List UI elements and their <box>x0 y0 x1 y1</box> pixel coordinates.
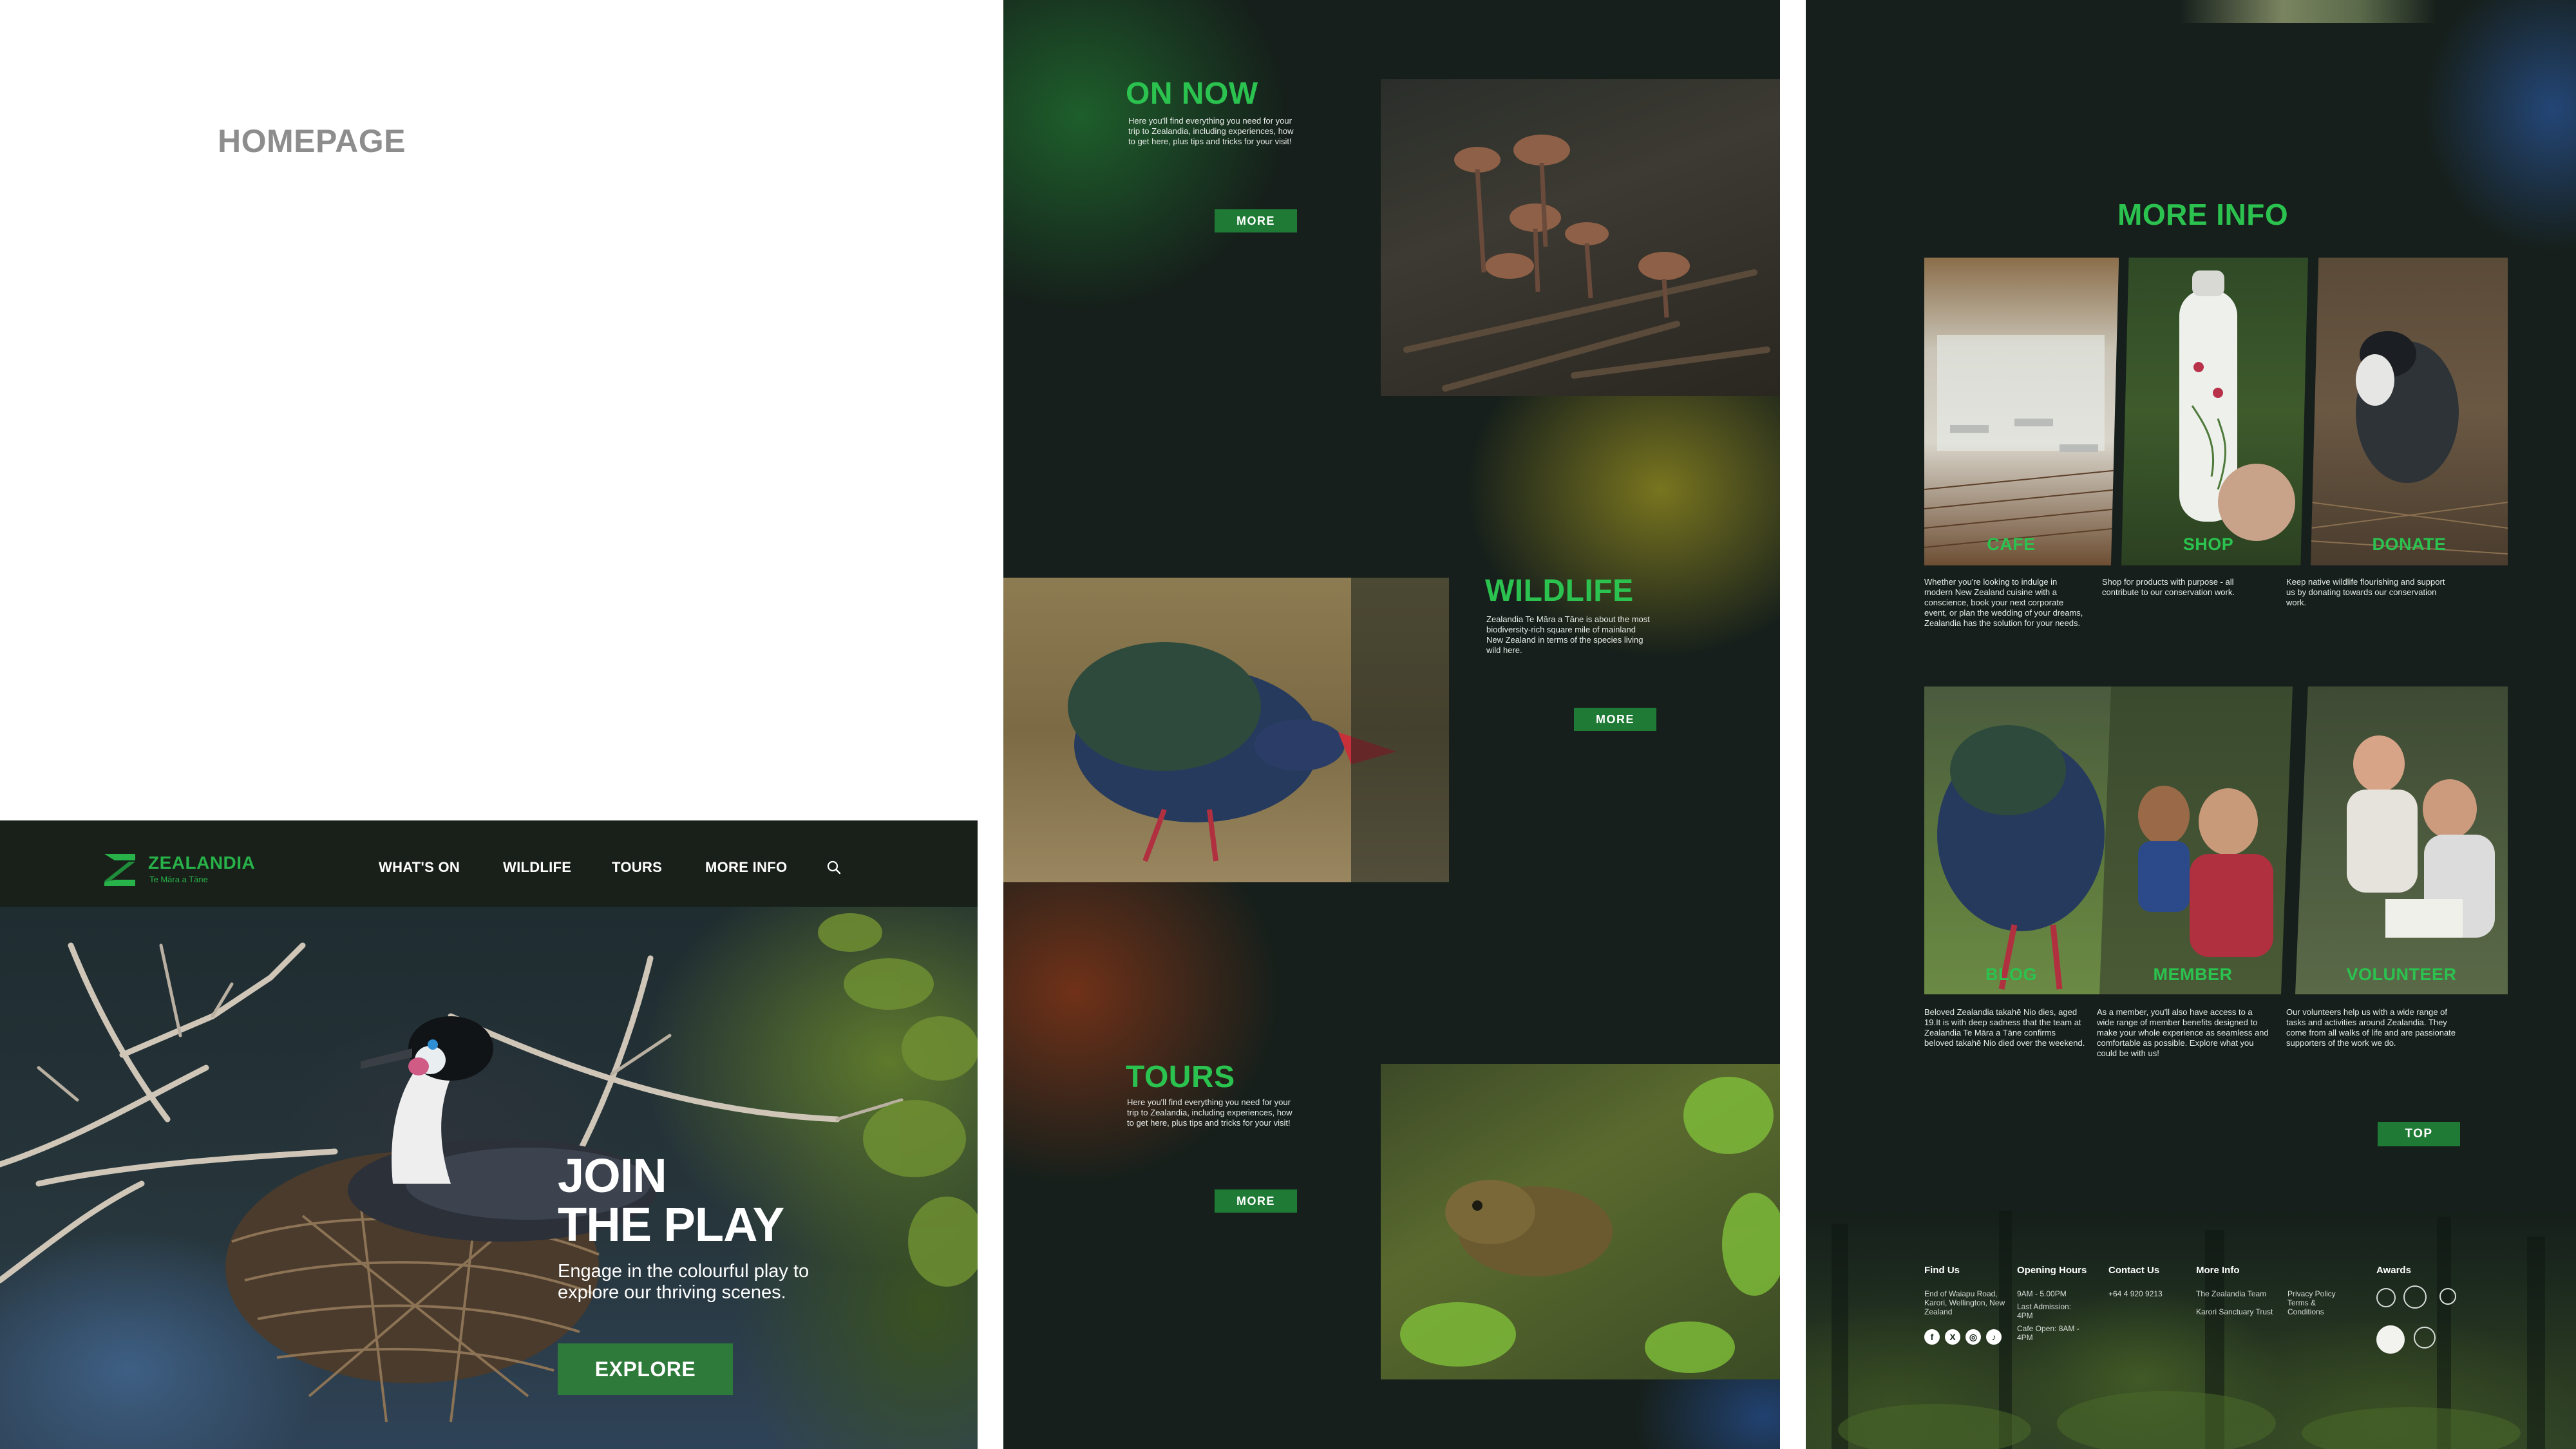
takahe-photo <box>1003 578 1449 882</box>
page-label: HOMEPAGE <box>218 123 406 159</box>
award-badge-icon <box>2439 1288 2456 1305</box>
explore-button[interactable]: EXPLORE <box>558 1343 733 1395</box>
member-image[interactable] <box>2099 687 2293 994</box>
footer-link-terms[interactable]: Terms & Conditions <box>2287 1298 2352 1316</box>
footer-address: End of Waiapu Road, Karori, Wellington, … <box>1924 1289 2005 1316</box>
nav-item-more-info[interactable]: MORE INFO <box>705 859 787 876</box>
footer-hours-line-2: Last Admission: 4PM <box>2017 1302 2072 1320</box>
nav-item-wildlife[interactable]: WILDLIFE <box>503 859 571 876</box>
facebook-icon[interactable]: f <box>1924 1329 1940 1345</box>
footer-awards-heading: Awards <box>2376 1265 2411 1276</box>
brand-tagline: Te Māra a Tāne <box>149 875 208 884</box>
footer-phone[interactable]: +64 4 920 9213 <box>2108 1289 2186 1298</box>
cafe-image[interactable] <box>1924 258 2119 565</box>
wildlife-more-button[interactable]: MORE <box>1574 708 1656 731</box>
award-badge-icon <box>2414 1327 2436 1349</box>
x-icon[interactable]: X <box>1945 1329 1960 1345</box>
member-description: As a member, you'll also have access to … <box>2097 1007 2269 1058</box>
cafe-label[interactable]: CAFE <box>1924 535 2098 554</box>
tours-title: TOURS <box>1126 1060 1235 1094</box>
top-strip-photo <box>2179 0 2437 23</box>
member-label[interactable]: MEMBER <box>2099 965 2286 985</box>
footer-hours-heading: Opening Hours <box>2017 1265 2087 1276</box>
footer-link-privacy[interactable]: Privacy Policy <box>2287 1289 2352 1298</box>
instagram-icon[interactable]: ◎ <box>1965 1329 1981 1345</box>
volunteer-label[interactable]: VOLUNTEER <box>2295 965 2508 985</box>
on-now-description: Here you'll find everything you need for… <box>1128 116 1294 146</box>
brand-name[interactable]: ZEALANDIA <box>148 853 255 873</box>
zealandia-logo-icon[interactable] <box>103 853 137 887</box>
tours-description: Here you'll find everything you need for… <box>1127 1097 1293 1128</box>
homepage-panel: ZEALANDIA Te Māra a Tāne WHAT'S ON WILDL… <box>0 820 978 1449</box>
footer-hours-line-3: Cafe Open: 8AM - 4PM <box>2017 1324 2079 1342</box>
sections-panel: ON NOW Here you'll find everything you n… <box>1003 0 1780 1449</box>
shop-image[interactable] <box>2121 258 2308 565</box>
blog-label[interactable]: BLOG <box>1924 965 2098 985</box>
donate-label[interactable]: DONATE <box>2311 535 2508 554</box>
footer-more-info-heading: More Info <box>2196 1265 2240 1276</box>
hero-subtitle: Engage in the colourful play to explore … <box>558 1261 810 1303</box>
nav-item-tours[interactable]: TOURS <box>612 859 662 876</box>
tours-more-button[interactable]: MORE <box>1215 1189 1297 1213</box>
award-badge-icon <box>2376 1325 2405 1354</box>
footer-link-zealandia-team[interactable]: The Zealandia Team <box>2196 1289 2273 1298</box>
footer-link-karori-trust[interactable]: Karori Sanctuary Trust <box>2196 1307 2273 1316</box>
tiktok-icon[interactable]: ♪ <box>1986 1329 2002 1345</box>
shop-description: Shop for products with purpose - all con… <box>2102 577 2235 597</box>
tuatara-photo <box>1381 1064 1780 1379</box>
forest-illustration <box>1832 1211 2545 1449</box>
on-now-title: ON NOW <box>1126 77 1258 111</box>
blog-image[interactable] <box>1924 687 2119 994</box>
search-icon[interactable] <box>826 859 842 876</box>
footer: Find Us End of Waiapu Road, Karori, Well… <box>1806 1211 2576 1449</box>
award-badge-icon <box>2403 1285 2427 1309</box>
top-button[interactable]: TOP <box>2378 1122 2460 1146</box>
more-info-title: MORE INFO <box>2117 198 2289 231</box>
blog-description: Beloved Zealandia takahē Nio dies, aged … <box>1924 1007 2085 1048</box>
footer-find-us-heading: Find Us <box>1924 1265 1960 1276</box>
shop-label[interactable]: SHOP <box>2121 535 2295 554</box>
volunteer-image[interactable] <box>2295 687 2508 994</box>
mushroom-photo <box>1381 79 1780 396</box>
footer-hours-line-1: 9AM - 5.00PM <box>2017 1289 2067 1298</box>
wildlife-description: Zealandia Te Māra a Tāne is about the mo… <box>1486 614 1650 655</box>
award-badge-icon <box>2376 1288 2396 1307</box>
hero-title: JOIN THE PLAY <box>558 1151 918 1249</box>
wildlife-title: WILDLIFE <box>1485 574 1634 608</box>
on-now-more-button[interactable]: MORE <box>1215 209 1297 232</box>
donate-description: Keep native wildlife flourishing and sup… <box>2286 577 2445 607</box>
nav-item-whats-on[interactable]: WHAT'S ON <box>379 859 460 876</box>
more-info-panel: MORE INFO CAFE SHOP DONATE Whether you'r… <box>1806 0 2576 1449</box>
hero-title-line2: THE PLAY <box>558 1198 784 1251</box>
donate-image[interactable] <box>2311 258 2508 565</box>
volunteer-description: Our volunteers help us with a wide range… <box>2286 1007 2456 1048</box>
hero-title-line1: JOIN <box>558 1149 667 1202</box>
top-navbar: ZEALANDIA Te Māra a Tāne WHAT'S ON WILDL… <box>0 820 978 907</box>
footer-contact-heading: Contact Us <box>2108 1265 2160 1276</box>
cafe-description: Whether you're looking to indulge in mod… <box>1924 577 2083 628</box>
